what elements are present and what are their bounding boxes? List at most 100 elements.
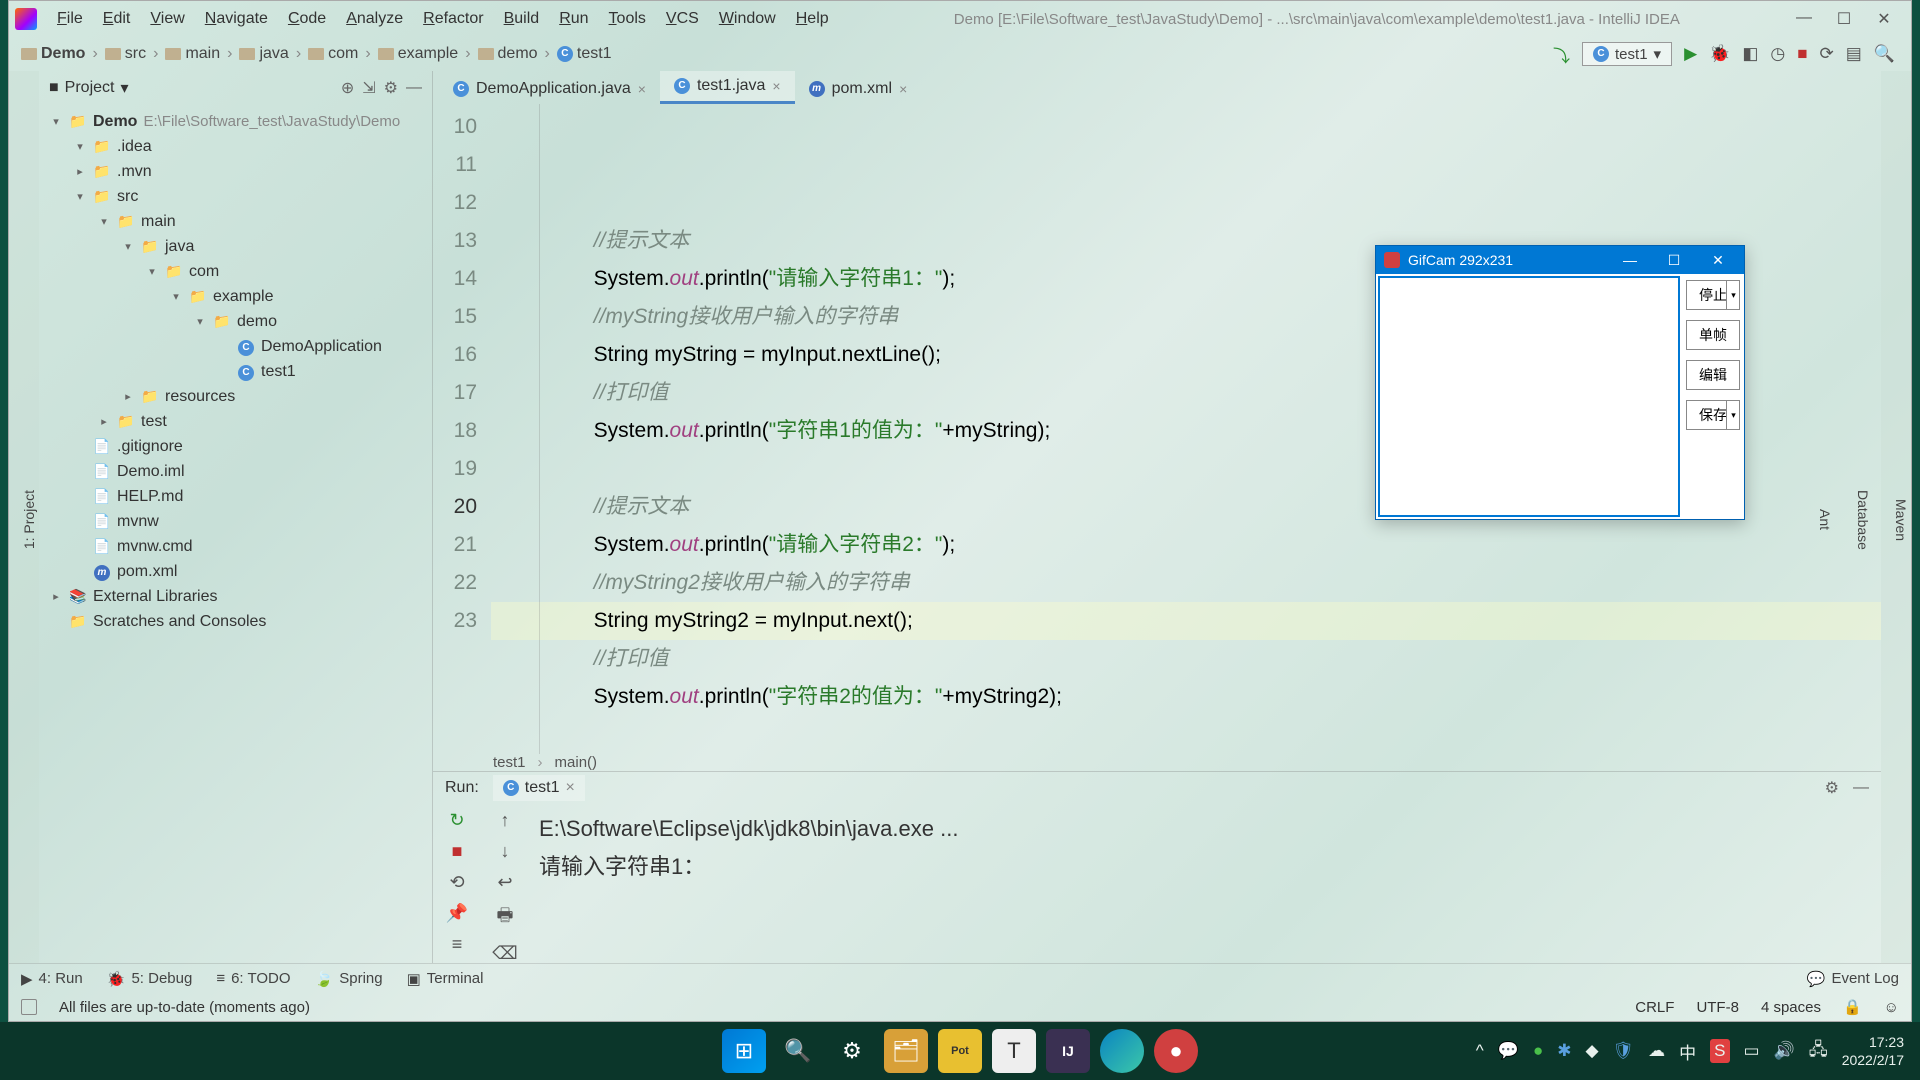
bottom-tab[interactable]: ▣Terminal	[407, 970, 484, 988]
menu-edit[interactable]: Edit	[93, 6, 141, 32]
structure-icon[interactable]: ▤	[1846, 44, 1862, 64]
editor-tab[interactable]: Ctest1.java×	[660, 71, 795, 104]
typora-icon[interactable]: T	[992, 1029, 1036, 1073]
wrap-icon[interactable]: ↩	[497, 872, 512, 893]
start-button[interactable]: ⊞	[722, 1029, 766, 1073]
gifcam-frame-button[interactable]: 单帧	[1686, 320, 1740, 350]
up-icon[interactable]: ↑	[501, 810, 510, 831]
code-line[interactable]: //打印值	[491, 640, 1881, 678]
crumb-main[interactable]: main	[161, 45, 224, 63]
ime-icon[interactable]: 中	[1679, 1039, 1696, 1064]
run-settings-icon[interactable]: ⚙	[1825, 778, 1839, 798]
gifcam-edit-button[interactable]: 编辑	[1686, 360, 1740, 390]
line-number[interactable]: 18	[433, 412, 477, 450]
close-icon[interactable]: ×	[565, 779, 574, 797]
gifcam-capture-area[interactable]	[1378, 276, 1680, 517]
close-button[interactable]: ✕	[1875, 9, 1893, 29]
crumb-test1[interactable]: Ctest1	[553, 45, 616, 63]
clock[interactable]: 17:23 2022/2/17	[1842, 1033, 1904, 1069]
locate-icon[interactable]: ⊕	[341, 78, 354, 98]
search-everywhere-icon[interactable]: 🔍	[1874, 44, 1895, 64]
code-line[interactable]: System.out.println("字符串2的值为："+myString2)…	[491, 678, 1881, 716]
volume-icon[interactable]: 🔊	[1774, 1041, 1795, 1061]
gifcam-maximize-button[interactable]: ☐	[1656, 252, 1692, 269]
line-number[interactable]: 10	[433, 108, 477, 146]
tree-item[interactable]: mpom.xml	[39, 559, 432, 584]
indent[interactable]: 4 spaces	[1761, 999, 1821, 1016]
tree-item[interactable]: 📄Demo.iml	[39, 459, 432, 484]
settings-icon[interactable]: ⚙	[830, 1029, 874, 1073]
crumb-src[interactable]: src	[101, 45, 150, 63]
wechat-icon[interactable]: 💬	[1498, 1041, 1519, 1061]
clear-icon[interactable]: ⌫	[492, 943, 517, 963]
breadcrumb-method[interactable]: main()	[555, 754, 598, 771]
tree-item[interactable]: ▸📚External Libraries	[39, 584, 432, 609]
line-number[interactable]: 19	[433, 450, 477, 488]
expander-icon[interactable]: ▾	[97, 215, 111, 228]
code-line[interactable]	[491, 716, 1881, 754]
gifcam-titlebar[interactable]: GifCam 292x231 — ☐ ✕	[1376, 246, 1744, 274]
build-icon[interactable]: ⤵	[1553, 42, 1570, 67]
print-icon[interactable]: 🖶	[497, 903, 514, 933]
menu-help[interactable]: Help	[786, 6, 839, 32]
run-icon[interactable]: ▶	[1684, 44, 1697, 64]
settings-icon[interactable]: ⚙	[384, 78, 398, 98]
tree-item[interactable]: 📁Scratches and Consoles	[39, 609, 432, 634]
run-config-selector[interactable]: C test1 ▾	[1582, 42, 1672, 66]
update-icon[interactable]: ⟳	[1820, 44, 1834, 64]
expander-icon[interactable]: ▸	[49, 590, 63, 603]
gutter[interactable]: 1011121314151617181920212223	[433, 104, 491, 754]
menu-file[interactable]: File	[47, 6, 93, 32]
gifcam-save-button[interactable]: 保存▾	[1686, 400, 1740, 430]
run-tab-test1[interactable]: C test1 ×	[493, 775, 585, 801]
tree-item[interactable]: ▾📁src	[39, 184, 432, 209]
network-icon[interactable]: 🖧	[1809, 1037, 1828, 1066]
tree-item[interactable]: ▾📁com	[39, 259, 432, 284]
tree-item[interactable]: ▸📁.mvn	[39, 159, 432, 184]
line-number[interactable]: 23	[433, 602, 477, 640]
line-separator[interactable]: CRLF	[1635, 999, 1674, 1016]
editor-tab[interactable]: CDemoApplication.java×	[439, 74, 660, 104]
status-icon[interactable]	[21, 999, 37, 1015]
project-view-selector[interactable]: ■Project▾	[49, 78, 129, 98]
search-icon[interactable]: 🔍	[776, 1029, 820, 1073]
tree-item[interactable]: ▾📁.idea	[39, 134, 432, 159]
battery-icon[interactable]: ▭	[1744, 1041, 1760, 1061]
expander-icon[interactable]: ▾	[121, 240, 135, 253]
edge-icon[interactable]	[1100, 1029, 1144, 1073]
crumb-com[interactable]: com	[304, 45, 362, 63]
tree-item[interactable]: CDemoApplication	[39, 334, 432, 359]
line-number[interactable]: 20	[433, 488, 477, 526]
project-tree[interactable]: ▾📁Demo E:\File\Software_test\JavaStudy\D…	[39, 105, 432, 963]
crumb-demo[interactable]: demo	[474, 45, 542, 63]
readonly-icon[interactable]: 🔒	[1843, 998, 1862, 1016]
line-number[interactable]: 13	[433, 222, 477, 260]
crumb-demo[interactable]: Demo	[17, 45, 89, 63]
line-number[interactable]: 11	[433, 146, 477, 184]
tree-root[interactable]: ▾📁Demo E:\File\Software_test\JavaStudy\D…	[39, 109, 432, 134]
gifcam-minimize-button[interactable]: —	[1612, 252, 1648, 268]
line-number[interactable]: 22	[433, 564, 477, 602]
tray-shield-icon[interactable]: 🛡	[1613, 1041, 1635, 1061]
stop-icon[interactable]: ■	[1797, 44, 1807, 64]
crumb-java[interactable]: java	[235, 45, 292, 63]
coverage-icon[interactable]: ◧	[1742, 44, 1758, 64]
menu-vcs[interactable]: VCS	[656, 6, 709, 32]
expander-icon[interactable]: ▸	[97, 415, 111, 428]
line-number[interactable]: 15	[433, 298, 477, 336]
pin-icon[interactable]: 📌	[446, 903, 468, 924]
intellij-icon[interactable]: IJ	[1046, 1029, 1090, 1073]
gifcam-taskbar-icon[interactable]: ●	[1154, 1029, 1198, 1073]
layout-icon[interactable]: ≡	[452, 934, 463, 955]
editor-tab[interactable]: mpom.xml×	[795, 74, 922, 104]
expander-icon[interactable]: ▸	[73, 165, 87, 178]
close-icon[interactable]: ×	[772, 78, 780, 94]
close-icon[interactable]: ×	[899, 81, 907, 97]
tree-item[interactable]: Ctest1	[39, 359, 432, 384]
line-number[interactable]: 17	[433, 374, 477, 412]
expander-icon[interactable]: ▾	[73, 140, 87, 153]
profile-icon[interactable]: ◷	[1770, 44, 1785, 64]
onedrive-icon[interactable]: ☁	[1648, 1041, 1665, 1061]
chevron-down-icon[interactable]: ▾	[1726, 280, 1740, 310]
gifcam-window[interactable]: GifCam 292x231 — ☐ ✕ 停止▾ 单帧 编辑 保存▾	[1375, 245, 1745, 520]
